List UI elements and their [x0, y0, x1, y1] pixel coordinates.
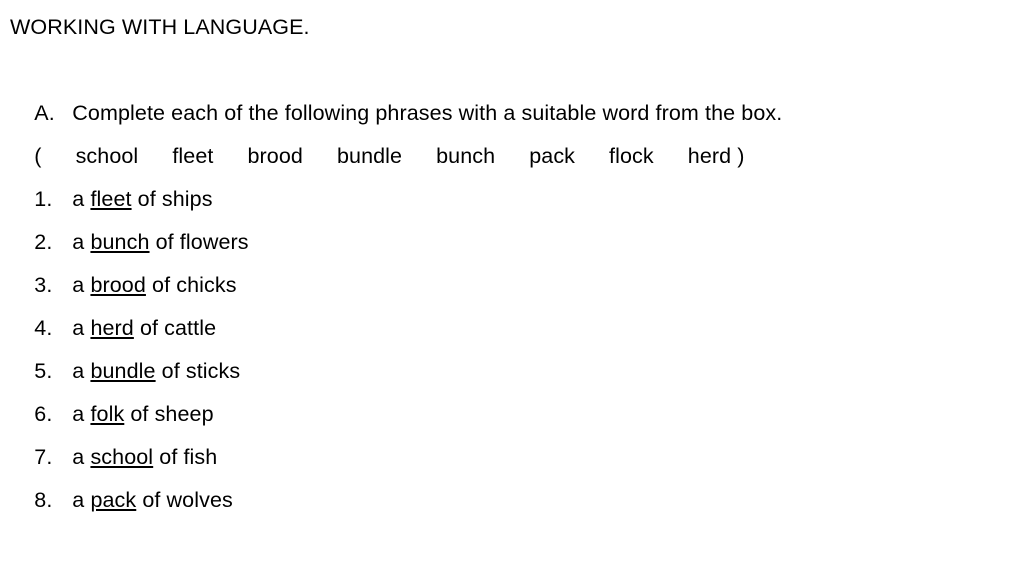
list-item-number: 8. — [34, 488, 53, 512]
word-bank-word-pack: pack — [529, 144, 576, 168]
list-item-number: 3. — [34, 273, 53, 297]
list-item-suffix: of chicks — [145, 273, 237, 297]
instruction-line: A. Complete each of the following phrases… — [10, 49, 1024, 125]
list-item-prefix: a — [72, 445, 91, 469]
list-item-prefix: a — [72, 488, 91, 512]
worksheet-slide: WORKING WITH LANGUAGE. A. Complete each o… — [0, 0, 1024, 576]
list-item-number: 2. — [34, 230, 53, 254]
list-item-suffix: of sticks — [155, 359, 241, 383]
answer-word: school — [90, 445, 154, 469]
word-bank-open-paren: ( — [34, 144, 42, 168]
word-bank-word-flock: flock — [609, 144, 654, 168]
answer-word: fleet — [90, 187, 132, 211]
page-title: WORKING WITH LANGUAGE. — [10, 15, 310, 39]
section-label: A. — [34, 101, 55, 125]
answer-word: folk — [90, 402, 125, 426]
answer-word: bunch — [90, 230, 150, 254]
answer-word: brood — [90, 273, 146, 297]
list-item-suffix: of fish — [153, 445, 218, 469]
list-item-prefix: a — [72, 273, 91, 297]
list-item-number: 1. — [34, 187, 53, 211]
word-bank-word-school: school — [75, 144, 139, 168]
answer-word: herd — [90, 316, 134, 340]
list-item-suffix: of sheep — [124, 402, 214, 426]
word-bank-word-bunch: bunch — [436, 144, 496, 168]
list-item-prefix: a — [72, 230, 91, 254]
list-item-suffix: of cattle — [133, 316, 217, 340]
word-bank-word-herd: herd — [687, 144, 732, 168]
list-item-number: 4. — [34, 316, 53, 340]
list-item-number: 6. — [34, 402, 53, 426]
list-item-prefix: a — [72, 402, 91, 426]
list-item-number: 7. — [34, 445, 53, 469]
word-bank-close-paren: ) — [737, 144, 745, 168]
list-item-suffix: of ships — [131, 187, 213, 211]
list-item-prefix: a — [72, 316, 91, 340]
word-bank-word-bundle: bundle — [336, 144, 403, 168]
word-bank-word-brood: brood — [247, 144, 303, 168]
word-bank-word-fleet: fleet — [172, 144, 214, 168]
answer-word: pack — [90, 488, 137, 512]
list-item-prefix: a — [72, 187, 91, 211]
list-item-prefix: a — [72, 359, 91, 383]
list-item-suffix: of flowers — [149, 230, 249, 254]
answer-word: bundle — [90, 359, 156, 383]
list-item-number: 5. — [34, 359, 53, 383]
instruction-text: Complete each of the following phrases w… — [72, 101, 783, 125]
list-item-suffix: of wolves — [136, 488, 233, 512]
